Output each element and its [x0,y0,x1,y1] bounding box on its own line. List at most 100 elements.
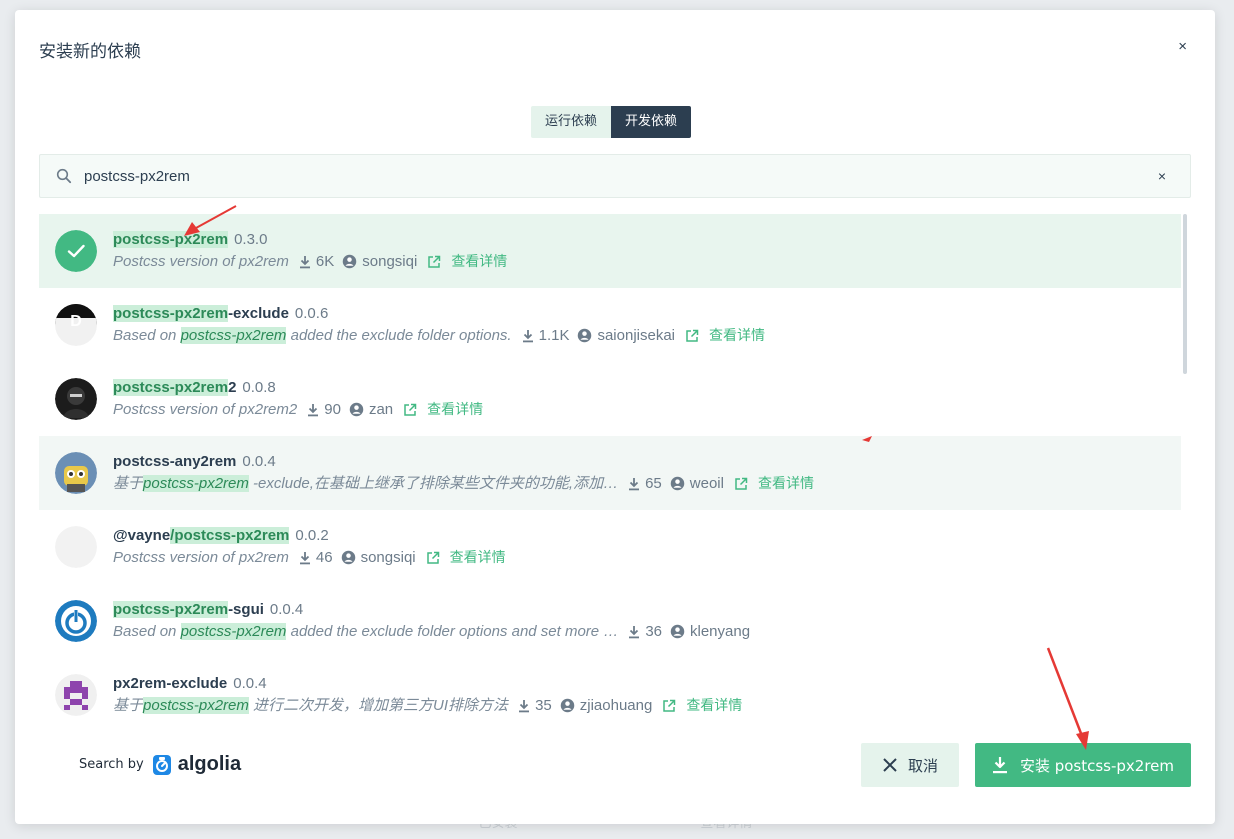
close-icon[interactable]: × [1178,38,1187,55]
package-info: postcss-px2rem2 0.0.8 Postcss version of p… [113,378,483,421]
description-text: Based on [113,326,181,344]
package-item[interactable]: postcss-any2rem 0.0.4 基于postcss-px2rem -ex… [39,436,1181,510]
search-icon [56,168,72,184]
description-text: 基于 [113,696,144,714]
package-author: weoil [670,473,724,495]
package-info: postcss-px2rem-exclude 0.0.6 Based on post… [113,304,765,347]
package-version: 0.0.4 [242,452,276,470]
download-count-value: 46 [315,548,333,566]
search-match-highlight: /postcss-px2rem [170,526,290,544]
package-name-suffix: -sgui [228,600,264,618]
package-description: 基于postcss-px2rem -exclude,在基础上继承了排除某些文件夹… [113,473,618,495]
download-count: 65 [628,473,662,495]
search-match-highlight: postcss-px2rem [143,474,249,492]
package-version: 0.0.8 [242,378,276,396]
package-author: songsiqi [341,547,416,569]
package-avatar: D [55,304,97,346]
view-details-link[interactable]: 查看详情 [426,547,506,569]
package-name-text: @vayne [113,526,171,544]
user-icon [560,698,574,713]
download-icon [308,403,319,416]
download-count: 90 [307,399,341,421]
package-item[interactable]: Dpostcss-px2rem-exclude 0.0.6 Based on pos… [39,288,1181,362]
view-details-label: 查看详情 [427,401,484,418]
download-count: 46 [299,547,333,569]
close-icon [883,758,897,772]
download-count-value: 6K [315,252,335,270]
install-dependency-dialog: 安装新的依赖 × 运行依赖 开发依赖 × postcss-px2rem 0.3.0… [15,10,1215,824]
avatar-image [55,526,97,568]
package-author: saionjisekai [577,325,675,347]
scrollbar[interactable] [1183,214,1187,374]
tab-dev-dependencies[interactable]: 开发依赖 [611,106,692,138]
package-info: @vayne/postcss-px2rem 0.0.2 Postcss versio… [113,526,506,569]
package-item[interactable]: postcss-px2rem 0.3.0 Postcss version of px… [39,214,1181,288]
search-match-highlight: postcss-px2rem [113,230,229,248]
user-icon [341,550,355,565]
algolia-attribution[interactable]: Search by algolia [79,753,241,776]
search-input[interactable] [84,167,1124,185]
search-match-highlight: postcss-px2rem [113,304,229,322]
download-icon [629,625,640,638]
package-avatar [55,452,97,494]
install-button[interactable]: 安装 postcss-px2rem [975,743,1191,787]
view-details-link[interactable]: 查看详情 [662,695,742,717]
download-icon [992,757,1007,774]
dialog-title: 安装新的依赖 [39,42,141,62]
download-icon [299,551,310,564]
author-name: zjiaohuang [579,696,653,714]
package-description: Postcss version of px2rem [113,251,289,273]
description-text: added the exclude folder options. [286,326,512,344]
package-name: @vayne/postcss-px2rem [113,526,290,544]
package-item[interactable]: @vayne/postcss-px2rem 0.0.2 Postcss versio… [39,510,1181,584]
package-item[interactable]: px2rem-exclude 0.0.4 基于postcss-px2rem 进行二次… [39,658,1181,726]
search-match-highlight: postcss-px2rem [180,326,287,344]
user-icon [670,476,685,491]
view-details-link[interactable]: 查看详情 [427,251,507,273]
view-details-label: 查看详情 [686,697,743,714]
package-name: postcss-any2rem [113,453,236,470]
package-avatar [55,600,97,642]
package-author: songsiqi [342,251,417,273]
package-description: Postcss version of px2rem [113,547,289,569]
view-details-link[interactable]: 查看详情 [685,325,765,347]
avatar-image [55,674,97,716]
download-count-value: 35 [535,696,552,714]
package-info: postcss-any2rem 0.0.4 基于postcss-px2rem -ex… [113,452,814,495]
cancel-button-label: 取消 [907,756,938,775]
cancel-button[interactable]: 取消 [861,743,959,787]
view-details-label: 查看详情 [709,327,766,344]
search-match-highlight: postcss-px2rem [180,622,287,640]
package-version: 0.0.4 [233,674,267,692]
package-author: zjiaohuang [560,695,653,717]
user-icon [578,328,592,343]
tab-runtime-dependencies[interactable]: 运行依赖 [531,106,612,138]
view-details-link[interactable]: 查看详情 [403,399,483,421]
external-link-icon [686,329,699,342]
package-version: 0.3.0 [234,230,268,248]
download-count-value: 65 [645,474,662,492]
dependency-type-tabs: 运行依赖 开发依赖 [531,106,692,138]
download-count: 36 [628,621,662,643]
description-text: Postcss version of px2rem [113,548,289,566]
package-author: klenyang [670,621,750,643]
external-link-icon [426,551,439,564]
package-version: 0.0.2 [295,526,329,544]
clear-search-icon[interactable]: × [1158,168,1166,184]
package-name: postcss-px2rem-exclude [113,304,289,322]
download-count: 6K [299,251,334,273]
package-item[interactable]: postcss-px2rem-sgui 0.0.4 Based on postcss… [39,584,1181,658]
download-icon [299,255,310,268]
author-name: songsiqi [360,548,416,566]
avatar-image [55,600,97,642]
svg-text:D: D [70,313,82,330]
algolia-icon [152,754,171,775]
package-description: Postcss version of px2rem2 [113,399,297,421]
package-avatar [55,674,97,716]
package-name-text: postcss-any2rem [113,452,237,470]
view-details-link[interactable]: 查看详情 [734,473,814,495]
package-version: 0.0.6 [294,304,329,322]
package-name-suffix: -exclude [228,304,289,322]
download-icon [629,477,640,490]
package-item[interactable]: postcss-px2rem2 0.0.8 Postcss version of p… [39,362,1181,436]
